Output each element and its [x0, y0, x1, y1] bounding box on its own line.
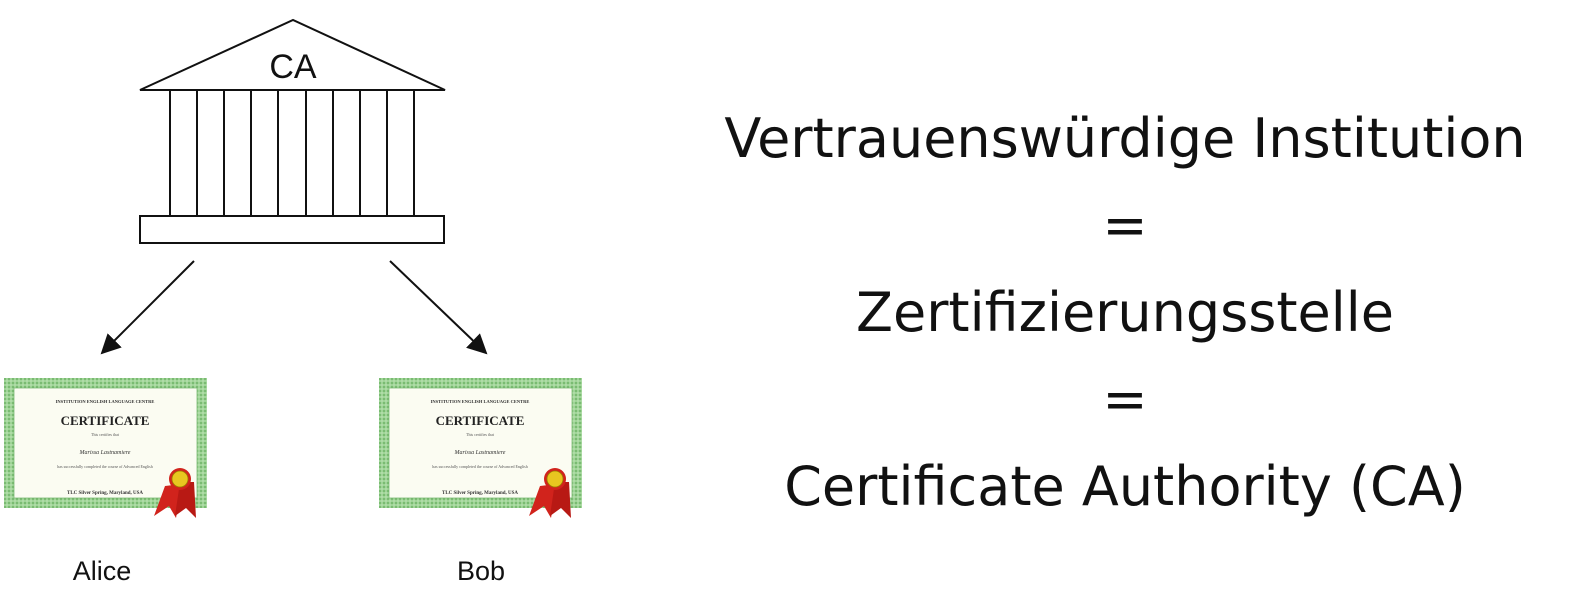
- certificate-subtitle: This certifies that: [91, 432, 120, 437]
- certificate-holder: Marissa Lastnamiere: [79, 450, 131, 456]
- certificate-header: INSTITUTION ENGLISH LANGUAGE CENTRE: [431, 399, 530, 404]
- certificate-title: CERTIFICATE: [61, 413, 150, 428]
- institution-label: CA: [269, 48, 317, 86]
- equals-sign: =: [1102, 194, 1148, 257]
- institution-building-icon: CA: [139, 18, 446, 244]
- certificate-alice-icon: INSTITUTION ENGLISH LANGUAGE CENTRE CERT…: [4, 378, 207, 518]
- arrow-to-alice: [100, 260, 195, 355]
- certificate-footer: TLC Silver Spring, Maryland, USA: [442, 491, 518, 496]
- building-columns: [169, 89, 415, 217]
- certificate-subtitle: This certifies that: [466, 432, 495, 437]
- recipient-label-bob: Bob: [457, 556, 505, 586]
- certificate-title: CERTIFICATE: [436, 413, 525, 428]
- certificate-body: has successfully completed the course of…: [432, 464, 527, 469]
- definition-block: Vertrauenswürdige Institution = Zertifiz…: [655, 95, 1595, 530]
- certificate-bob-icon: INSTITUTION ENGLISH LANGUAGE CENTRE CERT…: [379, 378, 582, 518]
- building-base: [139, 215, 445, 244]
- equals-sign: =: [1102, 368, 1148, 431]
- definition-line-institution: Vertrauenswürdige Institution: [724, 107, 1526, 170]
- certificate-footer: TLC Silver Spring, Maryland, USA: [67, 491, 143, 496]
- definition-line-zertifizierungsstelle: Zertifizierungsstelle: [856, 281, 1394, 344]
- certificate-header: INSTITUTION ENGLISH LANGUAGE CENTRE: [56, 399, 155, 404]
- definition-line-certificate-authority: Certificate Authority (CA): [784, 455, 1466, 518]
- ca-diagram: CA INSTITUTION ENGLISH LANGUAGE CENTRE C…: [4, 18, 582, 586]
- recipient-label-alice: Alice: [73, 556, 132, 586]
- certificate-holder: Marissa Lastnamiere: [454, 450, 506, 456]
- arrow-to-bob: [389, 260, 488, 355]
- certificate-body: has successfully completed the course of…: [57, 464, 152, 469]
